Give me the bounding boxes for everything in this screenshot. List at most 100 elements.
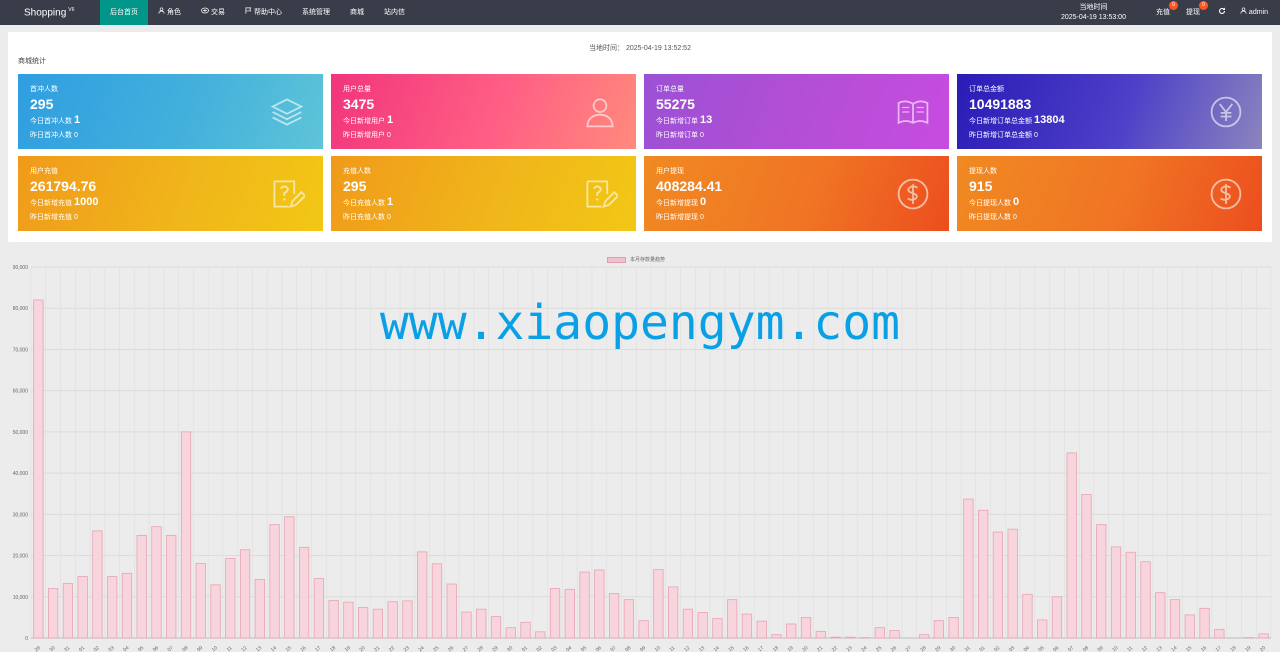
- stat-card-yesterday: 昨日新增用户 0: [343, 132, 391, 139]
- stat-card-label: 订单总量: [656, 86, 684, 93]
- bar: [195, 562, 206, 639]
- bar: [992, 531, 1004, 639]
- nav-item-0[interactable]: 后台首页: [100, 0, 148, 25]
- x-tick-label: 06: [1052, 645, 1060, 652]
- stat-card-today: 今日新增订单 13: [656, 114, 712, 126]
- flag-icon: [245, 7, 252, 16]
- nav-item-label: 交易: [211, 9, 225, 16]
- x-tick-label: 28: [919, 645, 927, 652]
- x-tick-label: 19: [787, 645, 795, 652]
- legend-label: 本月存款量趋势: [630, 257, 666, 263]
- bar: [520, 621, 531, 639]
- bar: [1081, 494, 1092, 639]
- x-tick-label: 16: [742, 645, 750, 652]
- bar: [121, 572, 133, 639]
- bar: [151, 526, 162, 639]
- x-tick-label: 30: [506, 645, 514, 652]
- nav-item-2[interactable]: 交易: [191, 0, 235, 25]
- bar: [1022, 593, 1033, 639]
- bar: [1155, 592, 1166, 639]
- x-tick-label: 06: [595, 645, 603, 652]
- bar: [549, 588, 561, 639]
- bar: [564, 588, 575, 639]
- bar: [756, 620, 767, 639]
- stat-card-value: 915: [969, 178, 993, 194]
- bar: [210, 584, 221, 639]
- withdraw-link[interactable]: 提现 0: [1178, 0, 1208, 25]
- stat-card-value: 10491883: [969, 96, 1032, 112]
- bar: [180, 431, 192, 639]
- x-tick-label: 20: [801, 645, 809, 652]
- x-tick-label: 29: [34, 645, 42, 652]
- stat-card-yesterday: 昨日新增提现 0: [656, 214, 704, 221]
- bar: [505, 627, 516, 639]
- stat-card-value: 295: [30, 96, 54, 112]
- bar: [771, 634, 782, 639]
- x-tick-label: 27: [905, 645, 913, 652]
- stat-card-label: 用户提现: [656, 168, 684, 175]
- book-icon: [895, 94, 931, 130]
- nav-item-6[interactable]: 站内信: [374, 0, 415, 25]
- recharge-badge: 0: [1168, 1, 1178, 10]
- withdraw-badge: 0: [1198, 1, 1208, 10]
- recharge-link[interactable]: 充值 0: [1148, 0, 1178, 25]
- x-tick-label: 04: [122, 645, 130, 652]
- brand-name: Shopping: [24, 7, 67, 19]
- bar: [845, 636, 856, 639]
- x-tick-label: 18: [329, 645, 337, 652]
- x-tick-label: 24: [860, 645, 868, 652]
- chart-legend[interactable]: 本月存款量趋势: [607, 256, 665, 263]
- nav-item-5[interactable]: 商城: [340, 0, 374, 25]
- x-tick-label: 09: [196, 645, 204, 652]
- stat-card-today-value: 1000: [74, 196, 99, 208]
- x-tick-label: 17: [1215, 645, 1223, 652]
- refresh-icon[interactable]: [1208, 0, 1236, 25]
- y-tick-label: 50,000: [13, 430, 29, 436]
- nav-item-4[interactable]: 系统管理: [292, 0, 340, 25]
- stat-card-label: 充值人数: [343, 168, 371, 175]
- recharge-label: 充值: [1155, 9, 1170, 16]
- bar: [933, 620, 944, 639]
- stat-card: 订单总量 55275 今日新增订单 13 昨日新增订单 0: [644, 74, 949, 149]
- stat-card-today-value: 13: [700, 114, 713, 126]
- y-tick-label: 0: [25, 636, 28, 642]
- x-tick-label: 09: [1097, 645, 1105, 652]
- x-tick-label: 11: [1126, 645, 1134, 652]
- user-menu[interactable]: admin: [1236, 0, 1280, 25]
- brand-logo[interactable]: Shopping V6: [24, 7, 74, 18]
- x-tick-label: 12: [1141, 645, 1149, 652]
- x-tick-label: 07: [1067, 645, 1075, 652]
- y-tick-label: 10,000: [13, 595, 29, 601]
- stat-card-today: 今日首冲人数 1: [30, 114, 80, 126]
- x-tick-label: 05: [137, 645, 145, 652]
- stat-card-label: 用户充值: [30, 168, 58, 175]
- help-edit-icon: [269, 176, 307, 212]
- bar: [800, 616, 812, 639]
- bar: [1258, 633, 1269, 639]
- x-tick-label: 10: [1111, 645, 1119, 652]
- bar: [166, 534, 177, 639]
- bar: [1037, 619, 1048, 639]
- x-tick-label: 21: [373, 645, 381, 652]
- bar: [608, 593, 620, 639]
- x-tick-label: 23: [403, 645, 411, 652]
- nav-item-3[interactable]: 帮助中心: [235, 0, 292, 25]
- stat-card-today-label: 今日新增充值: [30, 200, 72, 207]
- bar: [889, 630, 900, 639]
- x-tick-label: 11: [669, 645, 677, 652]
- stat-card-today-label: 今日首冲人数: [30, 118, 72, 125]
- stat-card: 用户总量 3475 今日新增用户 1 昨日新增用户 0: [331, 74, 636, 149]
- yen-icon: [1208, 94, 1244, 130]
- nav-item-1[interactable]: 角色: [148, 0, 191, 25]
- x-tick-label: 21: [816, 645, 824, 652]
- bar: [623, 599, 634, 639]
- x-tick-label: 05: [580, 645, 588, 652]
- bar: [328, 600, 339, 639]
- x-tick-label: 08: [181, 645, 189, 652]
- nav-item-label: 帮助中心: [254, 9, 282, 16]
- x-tick-label: 20: [358, 645, 366, 652]
- bar: [92, 530, 103, 639]
- bar: [1096, 524, 1107, 639]
- x-tick-label: 03: [550, 645, 558, 652]
- stat-card-value: 55275: [656, 96, 695, 112]
